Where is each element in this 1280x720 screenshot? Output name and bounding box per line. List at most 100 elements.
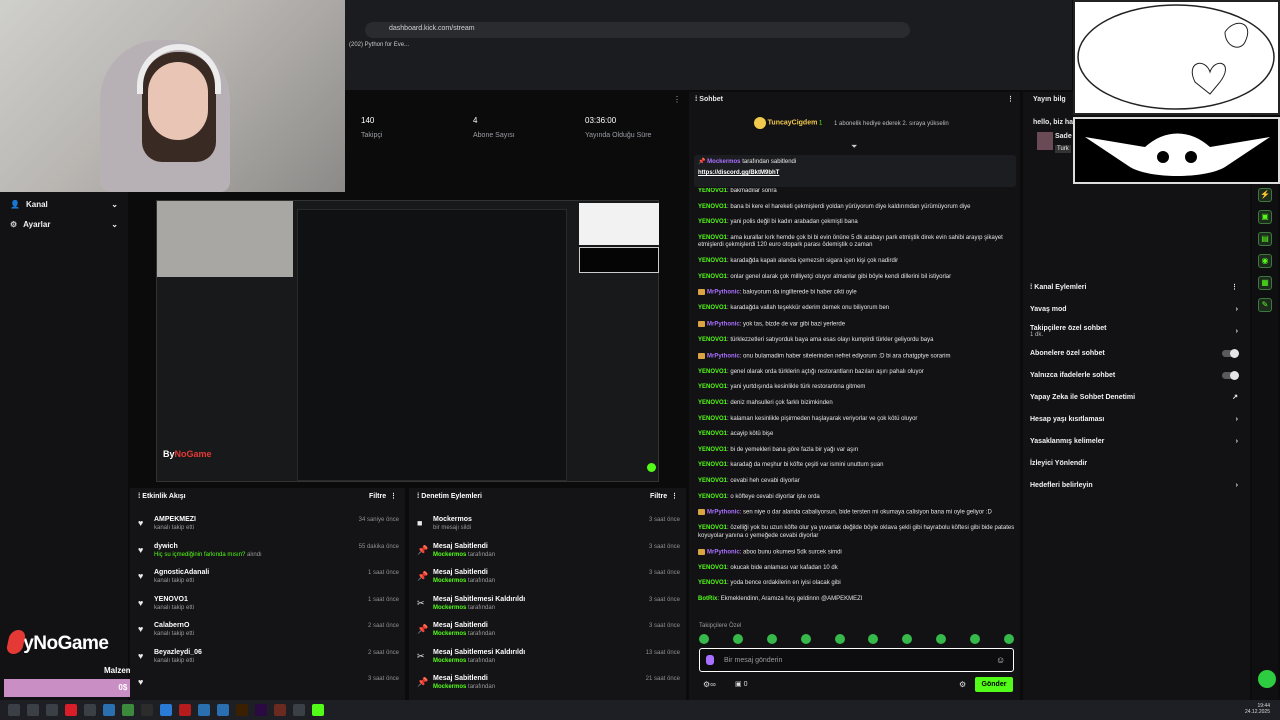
chat-input[interactable]: Bir mesaj gönderin	[699, 648, 1014, 672]
chat-message[interactable]: YENOVO1: yoda bence ordakilerin en iyisi…	[698, 580, 1016, 588]
chat-message[interactable]: YENOVO1: cevabi heh cevabi diyorlar	[698, 478, 1016, 486]
chat-username[interactable]: BotRix	[698, 596, 717, 602]
emote-icon[interactable]	[902, 634, 913, 644]
toggle-switch[interactable]	[1222, 370, 1239, 380]
chat-message[interactable]: YENOVO1: bakmadılar sonra	[698, 188, 1016, 196]
chat-message[interactable]: YENOVO1: türklezzetleri satıyorduk baya …	[698, 337, 1016, 345]
address-bar[interactable]: dashboard.kick.com/stream	[365, 22, 910, 38]
chat-message[interactable]: MrPythonic: onu bulamadim haber siteleri…	[698, 352, 1016, 361]
opera-icon[interactable]	[65, 704, 77, 716]
chat-message[interactable]: YENOVO1: bi de yemekleri bana göre fazla…	[698, 447, 1016, 455]
chat-username[interactable]: YENOVO1	[698, 219, 727, 225]
chat-username[interactable]: MrPythonic	[707, 290, 740, 296]
chat-username[interactable]: YENOVO1	[698, 204, 727, 210]
drag-icon[interactable]: ⁞	[1030, 284, 1032, 291]
terminal-icon[interactable]	[141, 704, 153, 716]
chat-message[interactable]: YENOVO1: okucak bide anlaması var kafada…	[698, 565, 1016, 573]
filter-button[interactable]: Filtre	[369, 493, 386, 500]
chat-messages[interactable]: YENOVO1: bakmadılar sonra YENOVO1: bana b…	[698, 188, 1016, 618]
chat-message[interactable]: YENOVO1: onlar genel olarak çok milliyet…	[698, 274, 1016, 282]
search-icon[interactable]	[27, 704, 39, 716]
moderation-item[interactable]: ✂ Mesaj Sabitlemesi Kaldırıldı Mockermos t…	[409, 592, 686, 619]
chat-message[interactable]: BotRix: Ekmeklendinn, Aramıza hoş geldin…	[698, 596, 1016, 604]
channel-action-item[interactable]: Yapay Zeka ile Sohbet Denetimi ↗	[1023, 386, 1250, 408]
activity-item[interactable]: ♥ Beyazleydi_06 kanalı takip etti 2 saat ön…	[130, 645, 405, 672]
send-button[interactable]: Gönder	[975, 677, 1013, 692]
moderation-item[interactable]: ■ Mockermos bir mesajı sildi 3 saat önce	[409, 512, 686, 539]
chat-message[interactable]: YENOVO1: bana bi kere el hareketi çekmiş…	[698, 204, 1016, 212]
chat-username[interactable]: YENOVO1	[698, 258, 727, 264]
chat-message[interactable]: MrPythonic: yok tas, bizde de var gibi b…	[698, 320, 1016, 329]
more-icon[interactable]: ⋮	[1007, 95, 1014, 103]
chat-username[interactable]: MrPythonic	[707, 510, 740, 516]
moderation-item[interactable]: 📌 Mesaj Sabitlendi Mockermos tarafından 21 …	[409, 671, 686, 698]
chat-username[interactable]: YENOVO1	[698, 525, 727, 531]
chat-username[interactable]: MrPythonic	[707, 322, 740, 328]
activity-item[interactable]: ♥ AgnosticAdanali kanalı takip etti 1 saat …	[130, 565, 405, 592]
edge-icon[interactable]	[103, 704, 115, 716]
channel-action-item[interactable]: Hesap yaşı kısıtlaması ›	[1023, 408, 1250, 430]
broadcast-icon[interactable]: ◉	[1258, 254, 1272, 268]
chat-username[interactable]: YENOVO1	[698, 400, 727, 406]
channel-action-item[interactable]: İzleyici Yönlendir	[1023, 452, 1250, 474]
filter-button[interactable]: Filtre	[650, 493, 667, 500]
chat-username[interactable]: YENOVO1	[698, 305, 727, 311]
moderation-item[interactable]: 📌 Mesaj Sabitlendi Mockermos tarafından 3 s…	[409, 618, 686, 645]
user-badge-icon[interactable]	[706, 655, 714, 665]
emote-icon[interactable]	[868, 634, 879, 644]
chat-username[interactable]: YENOVO1	[698, 565, 727, 571]
emote-icon[interactable]	[766, 634, 777, 644]
chat-username[interactable]: YENOVO1	[698, 416, 727, 422]
more-icon[interactable]: ⋮	[673, 95, 681, 104]
chat-message[interactable]: YENOVO1: karadağda kapalı alanda içemezs…	[698, 258, 1016, 266]
chat-username[interactable]: YENOVO1	[698, 462, 727, 468]
emote-icon[interactable]	[800, 634, 811, 644]
vscode-icon[interactable]	[160, 704, 172, 716]
moderation-item[interactable]: 📌 Mesaj Sabitlendi Mockermos tarafından 3 s…	[409, 565, 686, 592]
chat-settings-icon[interactable]: ⚙∞	[703, 680, 716, 689]
shield-icon[interactable]: ⚡	[1258, 188, 1272, 202]
pinned-link[interactable]: https://discord.gg/BktM9bhT	[698, 170, 1012, 176]
pinned-user[interactable]: Mockermos	[707, 159, 740, 165]
chat-username[interactable]: MrPythonic	[707, 549, 740, 555]
chat-message[interactable]: MrPythonic: sen niye o dar alanda cabali…	[698, 509, 1016, 517]
wrench-icon[interactable]: ✎	[1258, 298, 1272, 312]
chat-username[interactable]: MrPythonic	[707, 353, 740, 359]
chat-username[interactable]: YENOVO1	[698, 431, 727, 437]
chat-username[interactable]: YENOVO1	[698, 188, 727, 194]
chat-message[interactable]: YENOVO1: acayip kötü bişe	[698, 431, 1016, 439]
activity-item[interactable]: ♥ 3 saat önce	[130, 671, 405, 698]
chat-message[interactable]: YENOVO1: yani polis değil bi kadın araba…	[698, 219, 1016, 227]
channel-action-item[interactable]: Takipçilere özel sohbet 1 dk. ›	[1023, 320, 1250, 342]
activity-item[interactable]: ♥ YENOVO1 kanalı takip etti 1 saat önce	[130, 592, 405, 619]
emoji-icon[interactable]: ☺	[996, 655, 1005, 665]
kick-icon[interactable]	[179, 704, 191, 716]
kick-green-icon[interactable]	[312, 704, 324, 716]
task-view-icon[interactable]	[46, 704, 58, 716]
emote-icon[interactable]	[936, 634, 947, 644]
chat-message[interactable]: YENOVO1: o köfteye cevabi diyorlar işte …	[698, 494, 1016, 502]
emote-icon[interactable]	[699, 634, 709, 644]
toggle-switch[interactable]	[1222, 348, 1239, 358]
start-icon[interactable]	[8, 704, 20, 716]
illustrator-icon[interactable]	[236, 704, 248, 716]
app-icon[interactable]	[217, 704, 229, 716]
chat-username[interactable]: YENOVO1	[698, 447, 727, 453]
chat-message[interactable]: YENOVO1: genel olarak orda türklerin açt…	[698, 369, 1016, 377]
moderation-item[interactable]: ✂ Mesaj Sabitlemesi Kaldırıldı Mockermos t…	[409, 645, 686, 672]
channel-action-item[interactable]: Abonelere özel sohbet	[1023, 342, 1250, 364]
clip-icon[interactable]: ▣	[1258, 210, 1272, 224]
chat-username[interactable]: YENOVO1	[698, 337, 727, 343]
chat-message[interactable]: YENOVO1: deniz mahsulleri çok farklı biz…	[698, 400, 1016, 408]
emote-icon[interactable]	[1003, 634, 1014, 644]
channel-action-item[interactable]: Yalnızca ifadelerle sohbet	[1023, 364, 1250, 386]
help-icon[interactable]	[1258, 670, 1276, 688]
drag-icon[interactable]: ⁞	[417, 493, 419, 500]
sidebar-item-kanal[interactable]: 👤 Kanal ⌄	[0, 194, 128, 214]
gear-icon[interactable]: ⚙	[959, 680, 966, 689]
chat-message[interactable]: YENOVO1: yani yurtdışında kesinlikle tür…	[698, 384, 1016, 392]
chat-username[interactable]: YENOVO1	[698, 384, 727, 390]
settings-icon[interactable]	[293, 704, 305, 716]
chat-username[interactable]: YENOVO1	[698, 478, 727, 484]
chat-message[interactable]: YENOVO1: özelliği yok bu uzun köfte olur…	[698, 525, 1016, 540]
